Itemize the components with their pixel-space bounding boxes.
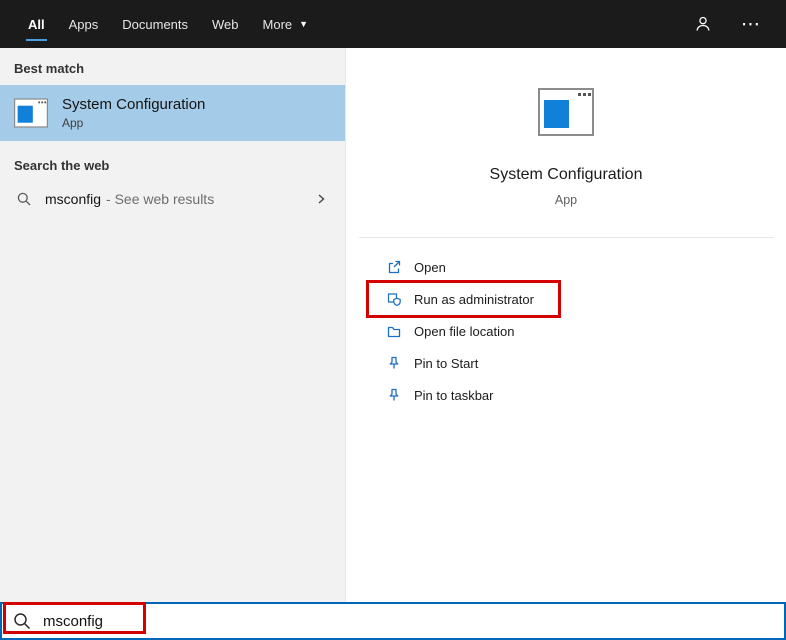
action-label: Open file location: [414, 323, 515, 339]
action-list: Open Run as administrator Open file loca…: [346, 251, 786, 411]
action-open-file-location[interactable]: Open file location: [386, 315, 786, 347]
taskbar-search-box: [0, 602, 786, 640]
results-panel: Best match System Configuration App Sear…: [0, 48, 345, 602]
action-label: Pin to Start: [414, 355, 479, 371]
system-configuration-icon: [14, 98, 48, 128]
more-options-icon[interactable]: ⋯: [741, 15, 760, 34]
windows-search-flyout: All Apps Documents Web More ▼ ⋯ Best mat…: [0, 0, 786, 640]
tab-more-label: More: [262, 16, 293, 32]
web-query: msconfig: [45, 191, 102, 207]
web-suffix: - See web results: [106, 191, 215, 207]
web-search-result[interactable]: msconfig - See web results: [0, 181, 345, 217]
action-label: Open: [414, 259, 446, 275]
preview-app-type: App: [554, 193, 578, 207]
preview-panel: System Configuration App Open Run as adm…: [345, 48, 786, 602]
preview-app-title: System Configuration: [489, 166, 643, 183]
chevron-down-icon: ▼: [299, 19, 309, 29]
search-results-area: Best match System Configuration App Sear…: [0, 48, 786, 602]
system-configuration-icon-large: [538, 88, 594, 136]
topbar-actions: ⋯: [694, 0, 786, 48]
open-icon: [388, 260, 401, 274]
search-input[interactable]: [43, 612, 774, 630]
folder-location-icon: [387, 326, 401, 338]
user-account-icon[interactable]: [694, 15, 713, 33]
tab-apps[interactable]: Apps: [57, 0, 111, 48]
search-filter-tabs: All Apps Documents Web More ▼: [0, 0, 320, 48]
search-web-header: Search the web: [14, 158, 110, 173]
search-icon: [14, 613, 31, 630]
search-topbar: All Apps Documents Web More ▼ ⋯: [0, 0, 786, 48]
action-run-as-administrator[interactable]: Run as administrator: [386, 283, 786, 315]
action-pin-to-start[interactable]: Pin to Start: [386, 347, 786, 379]
action-label: Run as administrator: [414, 291, 534, 307]
pin-icon: [389, 356, 399, 369]
best-match-subtitle: App: [62, 116, 84, 130]
tab-more[interactable]: More ▼: [251, 0, 321, 48]
best-match-header: Best match: [14, 61, 85, 76]
pin-icon: [389, 388, 399, 401]
tab-documents[interactable]: Documents: [110, 0, 200, 48]
best-match-title: System Configuration: [62, 96, 206, 113]
best-match-result-system-configuration[interactable]: System Configuration App: [0, 85, 345, 141]
admin-shield-icon: [387, 293, 401, 306]
chevron-right-icon: [318, 194, 325, 204]
tab-all[interactable]: All: [16, 0, 57, 48]
action-pin-to-taskbar[interactable]: Pin to taskbar: [386, 379, 786, 411]
web-result-text: msconfig - See web results: [45, 191, 214, 207]
search-icon: [17, 192, 31, 206]
action-label: Pin to taskbar: [414, 387, 494, 403]
best-match-text: System Configuration App: [62, 96, 205, 130]
action-open[interactable]: Open: [386, 251, 786, 283]
preview-divider: [359, 237, 774, 238]
tab-web[interactable]: Web: [200, 0, 251, 48]
